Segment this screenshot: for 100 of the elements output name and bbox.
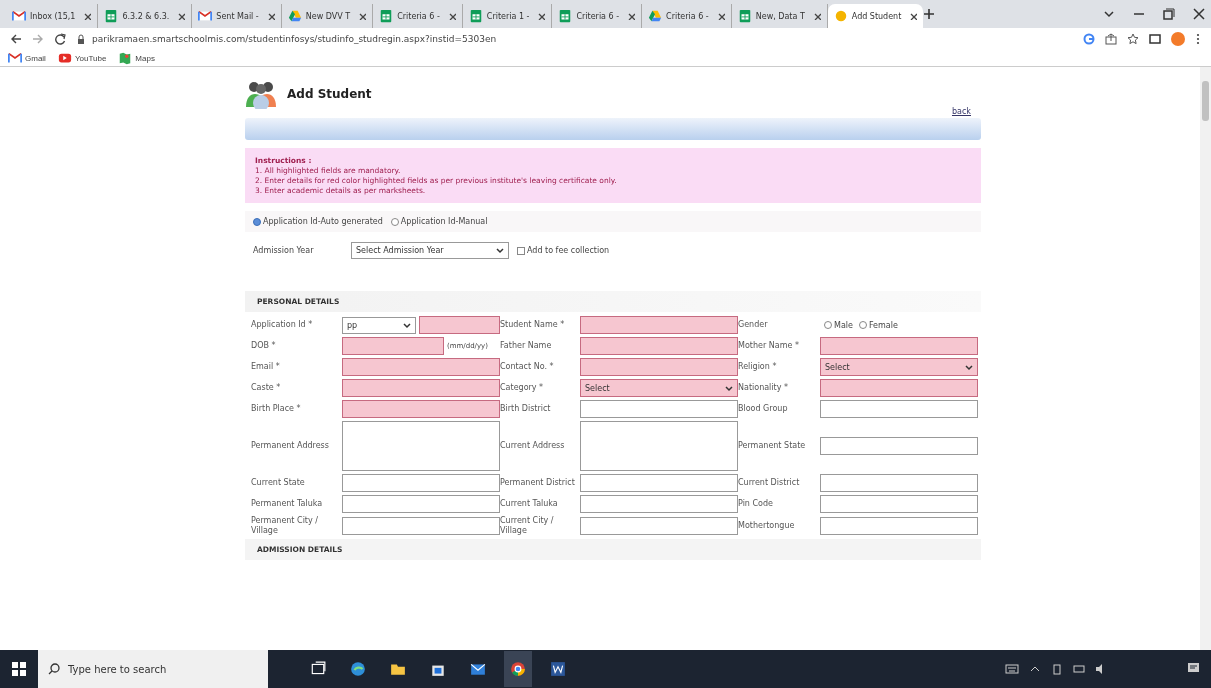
- url-text: parikramaen.smartschoolmis.com/studentinfosys/studinfo_studregin.aspx?instid=5303en: [92, 34, 497, 44]
- input-field[interactable]: [419, 316, 500, 334]
- spreadsheet-icon: [379, 9, 394, 23]
- windows-logo-icon: [12, 662, 26, 676]
- input-field[interactable]: [342, 516, 500, 535]
- input-field[interactable]: [580, 358, 738, 376]
- input-field[interactable]: [820, 379, 978, 397]
- field-label: Email *: [251, 362, 281, 372]
- admission-year-select[interactable]: Select Admission Year: [351, 242, 509, 259]
- radio-button[interactable]: [824, 321, 832, 329]
- back-link[interactable]: back: [952, 107, 971, 116]
- input-field[interactable]: [820, 474, 978, 492]
- envelope-icon: [470, 661, 486, 677]
- bookmark-link[interactable]: Maps: [118, 51, 155, 65]
- chevron-down-icon: [496, 247, 504, 254]
- circle-icon: [833, 9, 848, 23]
- document-icon: [550, 661, 566, 677]
- input-field[interactable]: [580, 474, 738, 492]
- field-label: Current City / Village: [500, 516, 555, 536]
- network-icon: [1073, 663, 1085, 675]
- taskbar-app[interactable]: [504, 651, 532, 687]
- field-label: Application Id *: [251, 320, 314, 330]
- panel-icon: [1149, 33, 1161, 45]
- input-field[interactable]: [342, 495, 500, 513]
- input-field[interactable]: [580, 400, 738, 418]
- date-field[interactable]: [342, 337, 444, 355]
- field-label: Current State: [251, 478, 306, 488]
- close-icon: [716, 12, 725, 20]
- input-field[interactable]: [820, 495, 978, 513]
- field-label: Gender: [738, 320, 769, 330]
- chevron-down-icon: [725, 384, 733, 392]
- bookmark-link[interactable]: YouTube: [57, 51, 107, 65]
- field-label: Current Address: [500, 441, 566, 451]
- input-field[interactable]: [820, 400, 978, 418]
- text-area[interactable]: [580, 421, 738, 471]
- search-placeholder: Type here to search: [68, 663, 167, 675]
- input-field[interactable]: [342, 358, 500, 376]
- scrollbar[interactable]: [1200, 67, 1211, 650]
- task-view-icon: [310, 661, 326, 677]
- field-label: Blood Group: [738, 404, 789, 414]
- keyboard-icon: [1005, 662, 1019, 676]
- share-icon: [1105, 33, 1117, 45]
- close-icon: [447, 12, 456, 20]
- field-label: Current Taluka: [500, 499, 559, 509]
- mail-icon: [12, 9, 26, 23]
- input-field[interactable]: [580, 337, 738, 355]
- field-label: Permanent Address: [251, 441, 330, 451]
- field-label: Permanent State: [738, 441, 807, 451]
- spreadsheet-icon: [737, 9, 752, 23]
- restore-icon: [1163, 8, 1175, 20]
- spreadsheet-icon: [468, 9, 483, 23]
- input-field[interactable]: [342, 400, 500, 418]
- close-icon: [812, 12, 821, 20]
- chrome-icon: [510, 661, 526, 677]
- text-area[interactable]: [342, 421, 500, 471]
- taskbar-search[interactable]: Type here to search: [38, 650, 268, 688]
- close-icon: [627, 12, 636, 20]
- input-field[interactable]: [342, 379, 500, 397]
- triangle-icon: [648, 9, 663, 23]
- field-label: Contact No. *: [500, 362, 555, 372]
- close-icon: [537, 12, 546, 20]
- radio-button[interactable]: [858, 321, 867, 329]
- google-icon: [1083, 33, 1095, 45]
- field-label: DOB *: [251, 341, 277, 351]
- browser-tab[interactable]: Add Student: [827, 4, 924, 28]
- input-field[interactable]: [580, 495, 738, 513]
- input-field[interactable]: [580, 316, 738, 334]
- reload-icon: [54, 33, 66, 45]
- profile-avatar[interactable]: [1171, 32, 1185, 46]
- triangle-icon: [287, 9, 302, 23]
- chevron-down-icon: [403, 321, 411, 329]
- field-label: Mothertongue: [738, 520, 796, 531]
- back-arrow-icon: [10, 33, 22, 45]
- field-label: Caste *: [251, 383, 282, 393]
- field-label: Mother Name *: [738, 341, 800, 351]
- dropdown[interactable]: pp: [342, 316, 416, 334]
- field-label: Birth Place *: [251, 404, 302, 414]
- chevron-down-icon: [965, 363, 973, 371]
- input-field[interactable]: [580, 516, 738, 535]
- plus-icon: [923, 8, 936, 20]
- input-field[interactable]: [820, 437, 978, 455]
- close-icon: [358, 12, 367, 20]
- field-label: Pin Code: [738, 499, 774, 509]
- input-field[interactable]: [820, 516, 978, 535]
- bookmark-link[interactable]: Gmail: [8, 51, 46, 65]
- star-icon: [1127, 33, 1139, 45]
- close-icon: [83, 12, 92, 20]
- radio-button[interactable]: [390, 217, 399, 226]
- close-icon: [266, 12, 275, 20]
- dropdown[interactable]: Select: [820, 358, 978, 376]
- radio-button[interactable]: [253, 217, 261, 226]
- checkbox[interactable]: [517, 246, 525, 255]
- forward-arrow-icon: [32, 33, 44, 45]
- field-label: Nationality *: [738, 383, 789, 393]
- browser-icon: [350, 661, 366, 677]
- dropdown[interactable]: Select: [580, 379, 738, 397]
- input-field[interactable]: [820, 337, 978, 355]
- input-field[interactable]: [342, 474, 500, 492]
- checkbox-label: Add to fee collection: [527, 246, 610, 255]
- field-label: Permanent Taluka: [251, 499, 324, 509]
